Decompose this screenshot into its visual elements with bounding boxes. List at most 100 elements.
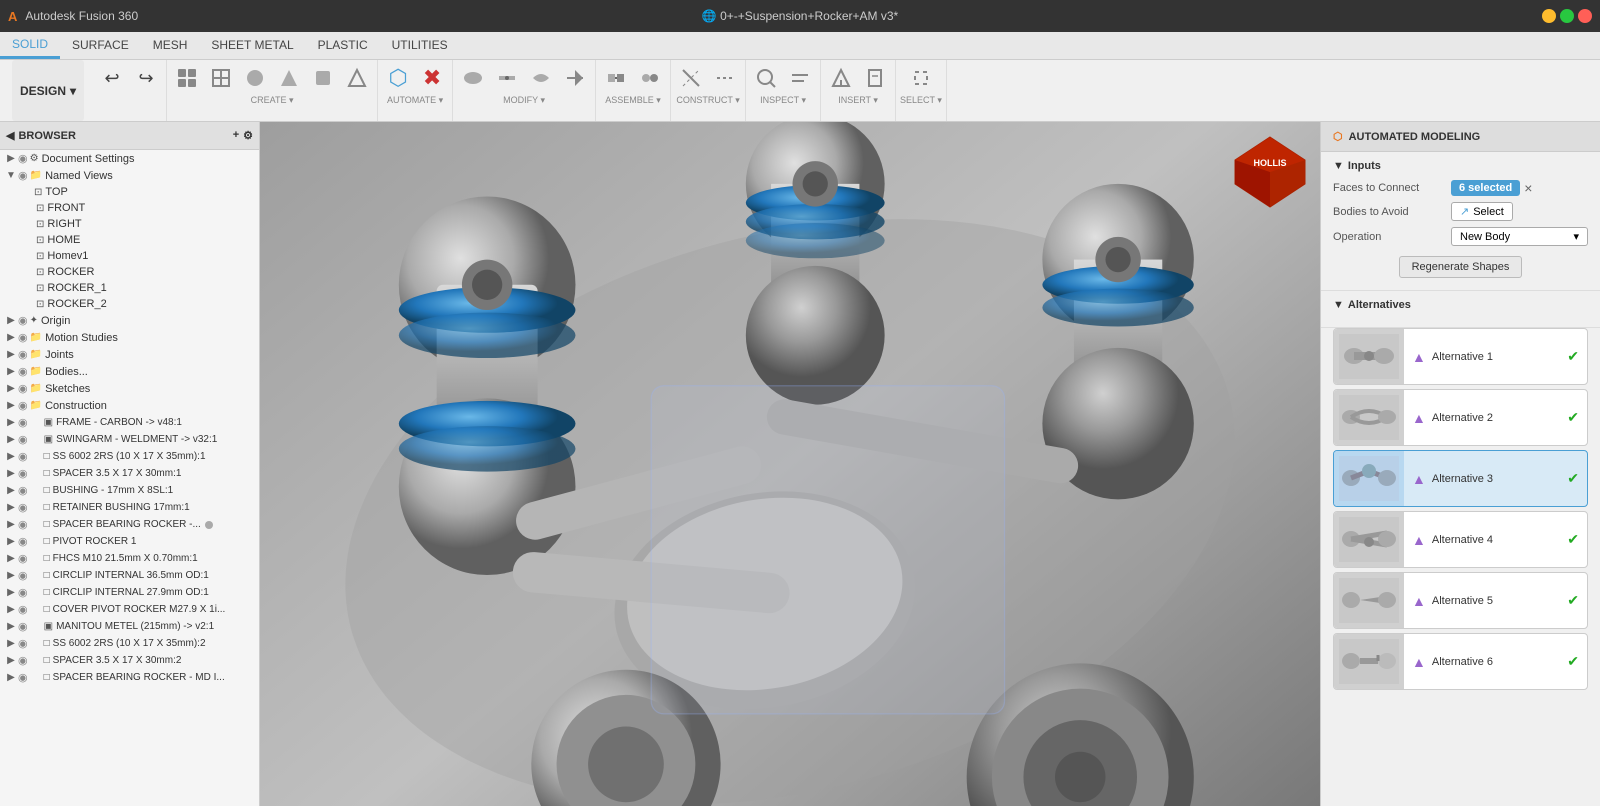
expand-spacer1[interactable]: ▶: [4, 468, 18, 479]
redo-button[interactable]: ↪: [130, 62, 162, 94]
browser-item-spacer-bearing-mid[interactable]: ▶ ◉ □ SPACER BEARING ROCKER - MD I...: [0, 669, 259, 686]
maximize-button[interactable]: [1560, 9, 1574, 23]
automate-btn-1[interactable]: ⬡: [382, 62, 414, 94]
browser-item-frame[interactable]: ▶ ◉ ▣ FRAME - CARBON -> v48:1: [0, 414, 259, 431]
expand-spacer-bearing[interactable]: ▶: [4, 519, 18, 530]
automate-btn-2[interactable]: ✖: [416, 62, 448, 94]
browser-settings-icon[interactable]: ⚙: [243, 129, 253, 142]
eye-fhcs[interactable]: ◉: [18, 552, 28, 565]
browser-item-fhcs[interactable]: ▶ ◉ □ FHCS M10 21.5mm X 0.70mm:1: [0, 550, 259, 567]
alternative-3[interactable]: ▲ Alternative 3 ✔: [1333, 450, 1588, 507]
browser-item-circlip2[interactable]: ▶ ◉ □ CIRCLIP INTERNAL 27.9mm OD:1: [0, 584, 259, 601]
browser-item-origin[interactable]: ▶ ◉ ✦ Origin: [0, 312, 259, 329]
insert-btn-2[interactable]: [859, 62, 891, 94]
expand-circlip2[interactable]: ▶: [4, 587, 18, 598]
select-btn-1[interactable]: [905, 62, 937, 94]
browser-toggle-icon[interactable]: ◀: [6, 129, 14, 142]
alternative-4[interactable]: ▲ Alternative 4 ✔: [1333, 511, 1588, 568]
browser-item-rocker[interactable]: ⊡ ROCKER: [0, 264, 259, 280]
expand-bodies[interactable]: ▶: [4, 366, 18, 377]
expand-bushing[interactable]: ▶: [4, 485, 18, 496]
eye-motion[interactable]: ◉: [18, 331, 28, 344]
browser-expand-icon[interactable]: +: [233, 129, 239, 142]
expand-cover-pivot[interactable]: ▶: [4, 604, 18, 615]
browser-item-bodies[interactable]: ▶ ◉ 📁 Bodies...: [0, 363, 259, 380]
expand-ss6002-1[interactable]: ▶: [4, 451, 18, 462]
eye-ss6002-2[interactable]: ◉: [18, 637, 28, 650]
eye-manitou[interactable]: ◉: [18, 620, 28, 633]
eye-swingarm[interactable]: ◉: [18, 433, 28, 446]
create-btn-3[interactable]: [239, 62, 271, 94]
browser-item-retainer[interactable]: ▶ ◉ □ RETAINER BUSHING 17mm:1: [0, 499, 259, 516]
expand-joints[interactable]: ▶: [4, 349, 18, 360]
browser-item-home[interactable]: ⊡ HOME: [0, 232, 259, 248]
close-button[interactable]: [1578, 9, 1592, 23]
browser-item-swingarm[interactable]: ▶ ◉ ▣ SWINGARM - WELDMENT -> v32:1: [0, 431, 259, 448]
expand-sketches[interactable]: ▶: [4, 383, 18, 394]
expand-swingarm[interactable]: ▶: [4, 434, 18, 445]
eye-sketches[interactable]: ◉: [18, 382, 28, 395]
design-dropdown[interactable]: DESIGN ▾: [12, 60, 84, 121]
tab-surface[interactable]: SURFACE: [60, 31, 141, 59]
assemble-btn-2[interactable]: [634, 62, 666, 94]
eye-spacer2[interactable]: ◉: [18, 654, 28, 667]
create-btn-5[interactable]: [307, 62, 339, 94]
browser-item-circlip1[interactable]: ▶ ◉ □ CIRCLIP INTERNAL 36.5mm OD:1: [0, 567, 259, 584]
browser-item-right[interactable]: ⊡ RIGHT: [0, 216, 259, 232]
expand-construction[interactable]: ▶: [4, 400, 18, 411]
browser-item-sketches[interactable]: ▶ ◉ 📁 Sketches: [0, 380, 259, 397]
eye-doc-settings[interactable]: ◉: [18, 152, 28, 165]
minimize-button[interactable]: [1542, 9, 1556, 23]
browser-item-spacer2[interactable]: ▶ ◉ □ SPACER 3.5 X 17 X 30mm:2: [0, 652, 259, 669]
eye-spacer-bearing-mid[interactable]: ◉: [18, 671, 28, 684]
alternative-1[interactable]: ▲ Alternative 1 ✔: [1333, 328, 1588, 385]
eye-joints[interactable]: ◉: [18, 348, 28, 361]
faces-clear-button[interactable]: ×: [1524, 180, 1532, 196]
3d-viewport[interactable]: HOLLIS: [260, 122, 1320, 806]
expand-spacer-bearing-mid[interactable]: ▶: [4, 672, 18, 683]
eye-circlip1[interactable]: ◉: [18, 569, 28, 582]
alternatives-header[interactable]: ▼ Alternatives: [1333, 299, 1588, 311]
construct-btn-2[interactable]: [709, 62, 741, 94]
alternative-6[interactable]: ▲ Alternative 6 ✔: [1333, 633, 1588, 690]
tab-utilities[interactable]: UTILITIES: [380, 31, 460, 59]
create-btn-2[interactable]: [205, 62, 237, 94]
eye-named-views[interactable]: ◉: [18, 169, 28, 182]
browser-item-doc-settings[interactable]: ▶ ◉ ⚙ Document Settings: [0, 150, 259, 167]
browser-item-construction[interactable]: ▶ ◉ 📁 Construction: [0, 397, 259, 414]
modify-btn-2[interactable]: [491, 62, 523, 94]
eye-origin[interactable]: ◉: [18, 314, 28, 327]
expand-origin[interactable]: ▶: [4, 315, 18, 326]
browser-item-ss6002-2[interactable]: ▶ ◉ □ SS 6002 2RS (10 X 17 X 35mm):2: [0, 635, 259, 652]
browser-item-top[interactable]: ⊡ TOP: [0, 184, 259, 200]
regenerate-button[interactable]: Regenerate Shapes: [1399, 256, 1523, 278]
alternative-2[interactable]: ▲ Alternative 2 ✔: [1333, 389, 1588, 446]
browser-item-rocker2[interactable]: ⊡ ROCKER_2: [0, 296, 259, 312]
browser-item-bushing[interactable]: ▶ ◉ □ BUSHING - 17mm X 8SL:1: [0, 482, 259, 499]
eye-retainer[interactable]: ◉: [18, 501, 28, 514]
expand-retainer[interactable]: ▶: [4, 502, 18, 513]
alternative-5[interactable]: ▲ Alternative 5 ✔: [1333, 572, 1588, 629]
eye-pivot[interactable]: ◉: [18, 535, 28, 548]
expand-pivot[interactable]: ▶: [4, 536, 18, 547]
browser-item-ss6002-1[interactable]: ▶ ◉ □ SS 6002 2RS (10 X 17 X 35mm):1: [0, 448, 259, 465]
eye-ss6002-1[interactable]: ◉: [18, 450, 28, 463]
eye-bushing[interactable]: ◉: [18, 484, 28, 497]
browser-item-cover-pivot[interactable]: ▶ ◉ □ COVER PIVOT ROCKER M27.9 X 1i...: [0, 601, 259, 618]
eye-frame[interactable]: ◉: [18, 416, 28, 429]
browser-item-homev1[interactable]: ⊡ Homev1: [0, 248, 259, 264]
eye-circlip2[interactable]: ◉: [18, 586, 28, 599]
insert-btn-1[interactable]: [825, 62, 857, 94]
browser-item-manitou[interactable]: ▶ ◉ ▣ MANITOU METEL (215mm) -> v2:1: [0, 618, 259, 635]
inputs-header[interactable]: ▼ Inputs: [1333, 160, 1588, 172]
expand-doc-settings[interactable]: ▶: [4, 153, 18, 164]
inspect-btn-2[interactable]: [784, 62, 816, 94]
browser-item-joints[interactable]: ▶ ◉ 📁 Joints: [0, 346, 259, 363]
expand-ss6002-2[interactable]: ▶: [4, 638, 18, 649]
tab-solid[interactable]: SOLID: [0, 31, 60, 59]
assemble-btn-1[interactable]: [600, 62, 632, 94]
eye-spacer-bearing[interactable]: ◉: [18, 518, 28, 531]
create-btn-4[interactable]: [273, 62, 305, 94]
create-btn-6[interactable]: [341, 62, 373, 94]
undo-button[interactable]: ↩: [96, 62, 128, 94]
